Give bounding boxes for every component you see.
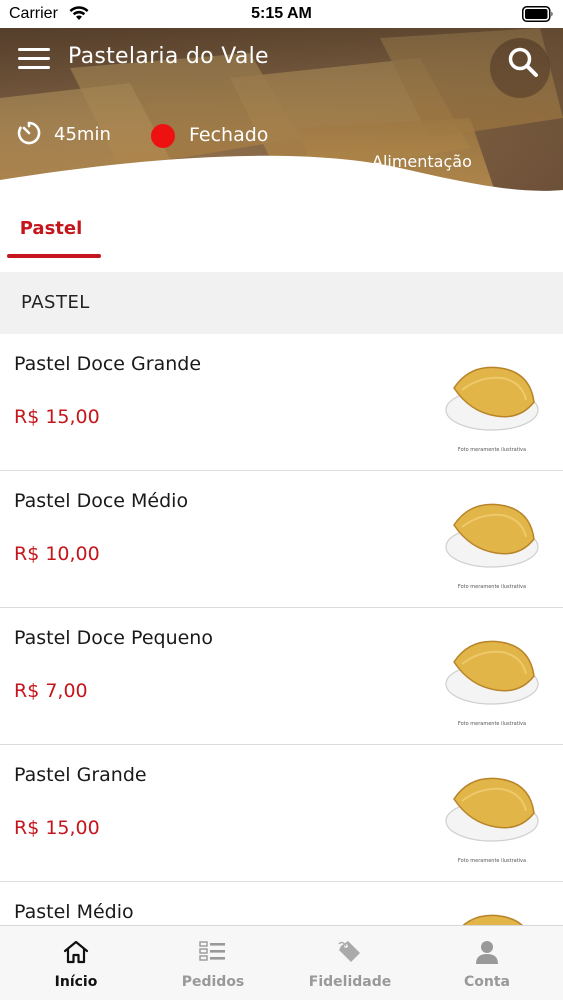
product-item[interactable]: Pastel Doce Médio R$ 10,00 Foto merament… bbox=[0, 471, 563, 608]
bottom-tab-bar: Início Pedidos Fidelidade Conta bbox=[0, 925, 563, 1000]
tab-conta[interactable]: Conta bbox=[417, 926, 557, 1000]
store-status-indicator bbox=[151, 124, 175, 148]
search-icon[interactable] bbox=[507, 46, 539, 78]
tab-pedidos[interactable]: Pedidos bbox=[143, 926, 283, 1000]
product-price: R$ 10,00 bbox=[14, 543, 100, 565]
pastel-image bbox=[445, 777, 539, 842]
product-name: Pastel Doce Grande bbox=[14, 353, 202, 375]
tab-label: Fidelidade bbox=[308, 974, 392, 990]
product-price: R$ 15,00 bbox=[14, 406, 100, 428]
clock-label: 5:15 AM bbox=[251, 5, 312, 22]
loyalty-tag-icon bbox=[338, 941, 360, 962]
product-list: Pastel Doce Grande R$ 15,00 Foto meramen… bbox=[0, 334, 563, 1000]
product-image: Foto meramente ilustrativa bbox=[440, 628, 544, 732]
delivery-time: 45min bbox=[54, 124, 111, 145]
tab-fidelidade[interactable]: Fidelidade bbox=[280, 926, 420, 1000]
product-name: Pastel Grande bbox=[14, 764, 147, 786]
product-item[interactable]: Pastel Grande R$ 15,00 Foto meramente il… bbox=[0, 745, 563, 882]
product-item[interactable]: Pastel Doce Pequeno R$ 7,00 Foto meramen… bbox=[0, 608, 563, 745]
section-header: PASTEL bbox=[0, 272, 563, 334]
image-caption: Foto meramente ilustrativa bbox=[457, 447, 527, 453]
tab-label: Pedidos bbox=[181, 974, 245, 990]
tab-label: Conta bbox=[464, 974, 510, 990]
store-name: Pastelaria do Vale bbox=[68, 44, 269, 69]
image-caption: Foto meramente ilustrativa bbox=[457, 858, 527, 864]
product-name: Pastel Doce Pequeno bbox=[14, 627, 213, 649]
menu-icon bbox=[18, 48, 50, 51]
category-tabs: Pastel bbox=[0, 206, 563, 272]
menu-button[interactable] bbox=[18, 48, 50, 72]
product-image: Foto meramente ilustrativa bbox=[440, 765, 544, 869]
image-caption: Foto meramente ilustrativa bbox=[457, 721, 527, 727]
pastel-image bbox=[445, 503, 539, 568]
section-title: PASTEL bbox=[21, 292, 90, 313]
store-category: Alimentação bbox=[372, 152, 472, 171]
orders-list-icon bbox=[199, 941, 225, 961]
status-bar: Carrier 5:15 AM bbox=[0, 0, 563, 28]
pastel-image bbox=[445, 640, 539, 705]
tab-label: Início bbox=[54, 974, 98, 990]
product-image: Foto meramente ilustrativa bbox=[440, 491, 544, 595]
header-wave bbox=[0, 155, 563, 206]
tab-pastel[interactable]: Pastel bbox=[7, 206, 101, 258]
timer-icon bbox=[17, 121, 41, 145]
tab-inicio[interactable]: Início bbox=[6, 926, 146, 1000]
product-image: Foto meramente ilustrativa bbox=[440, 354, 544, 458]
user-icon bbox=[476, 941, 498, 964]
image-caption: Foto meramente ilustrativa bbox=[457, 584, 527, 590]
product-item[interactable]: Pastel Doce Grande R$ 15,00 Foto meramen… bbox=[0, 334, 563, 471]
pastel-image bbox=[445, 366, 539, 431]
battery-icon bbox=[522, 6, 553, 22]
product-price: R$ 15,00 bbox=[14, 817, 100, 839]
product-price: R$ 7,00 bbox=[14, 680, 88, 702]
active-tab-indicator bbox=[7, 254, 101, 258]
product-name: Pastel Médio bbox=[14, 901, 134, 923]
product-name: Pastel Doce Médio bbox=[14, 490, 189, 512]
store-status: Fechado bbox=[189, 124, 269, 146]
tab-label: Pastel bbox=[19, 218, 83, 239]
store-header: Pastelaria do Vale 45min Fechado Aliment… bbox=[0, 28, 563, 206]
home-icon bbox=[63, 940, 89, 964]
